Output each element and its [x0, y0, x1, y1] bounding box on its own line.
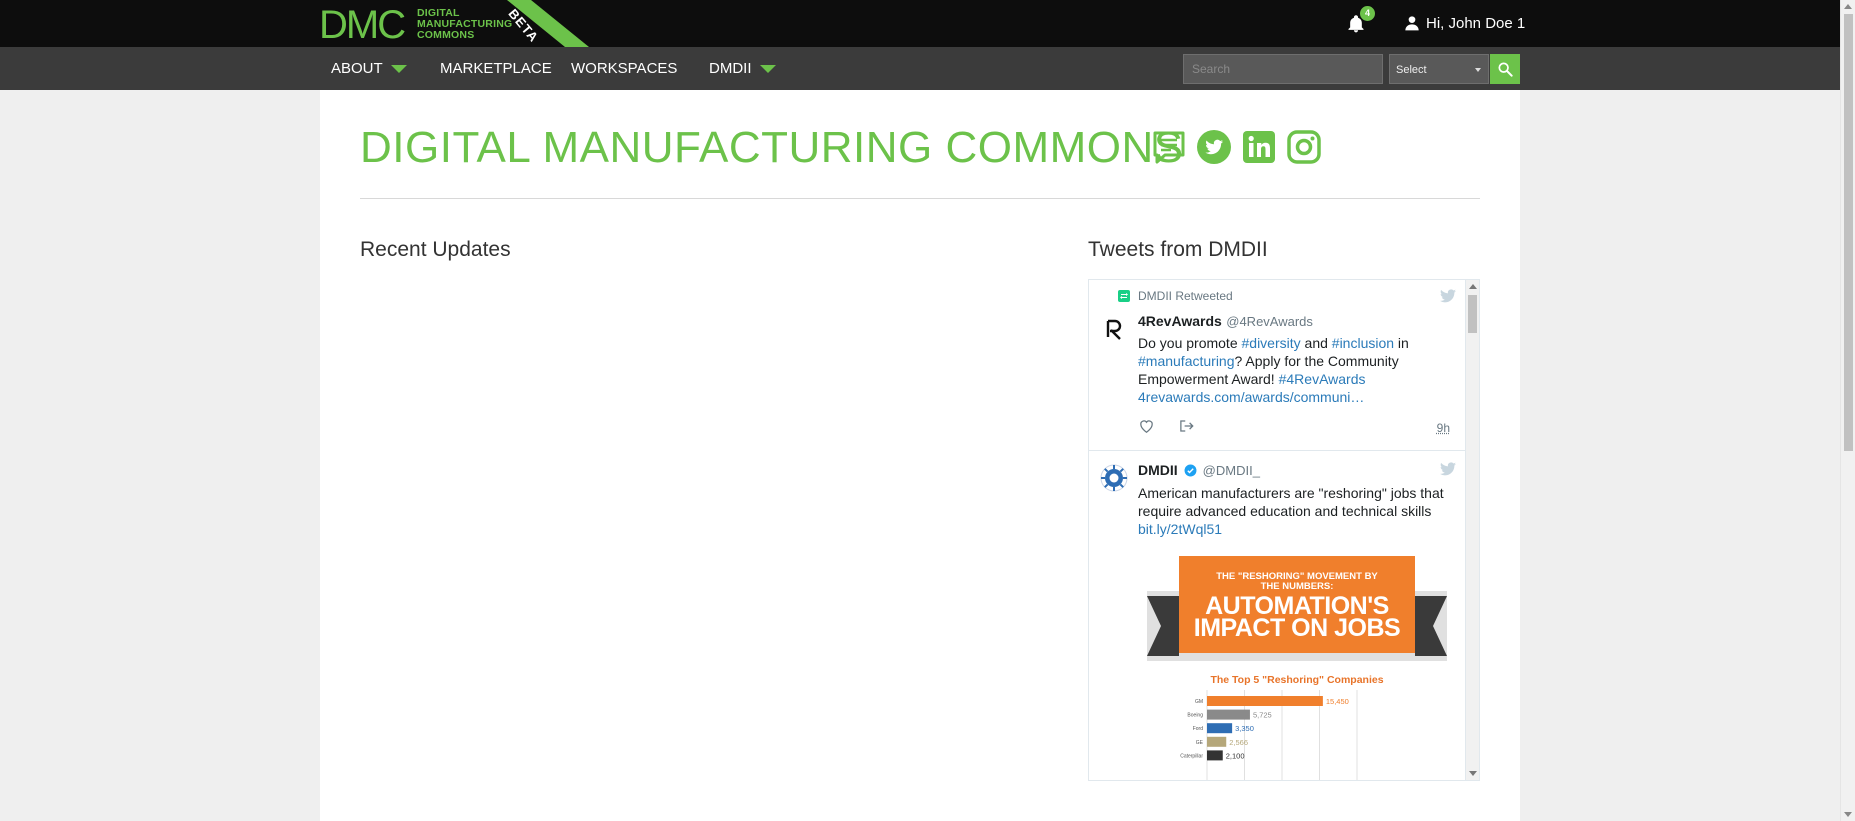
tweet-text: American manufacturers are "reshoring" j… — [1138, 484, 1453, 538]
retweet-icon — [1118, 290, 1130, 302]
tweet-item[interactable]: DMDII Retweeted 4RevAwards @4RevAwards D… — [1089, 280, 1466, 451]
tweet-text: Do you promote #diversity and #inclusion… — [1138, 334, 1448, 406]
instagram-icon — [1287, 130, 1321, 164]
logo-subtitle: DIGITAL MANUFACTURING COMMONS — [417, 7, 513, 41]
scroll-up-icon[interactable] — [1469, 284, 1477, 289]
tweet-timestamp[interactable]: 9h — [1437, 421, 1450, 435]
chart-value-label: 3,350 — [1235, 724, 1254, 733]
chart-bar — [1207, 750, 1223, 761]
4revawards-avatar — [1101, 316, 1127, 342]
chart-bar — [1207, 723, 1233, 734]
twitter-icon — [1197, 130, 1231, 164]
dropdown-arrow-icon — [1475, 68, 1481, 72]
heart-icon[interactable] — [1139, 419, 1154, 433]
chart-value-label: 15,450 — [1326, 697, 1349, 706]
twitter-link[interactable] — [1195, 128, 1233, 166]
nav-marketplace-label: MARKETPLACE — [440, 60, 552, 77]
main-nav: ABOUT MARKETPLACE WORKSPACES DMDII Selec… — [0, 47, 1840, 90]
chevron-down-icon — [390, 64, 407, 73]
dmc-logo[interactable]: DMC DIGITAL MANUFACTURING COMMONS BETA — [319, 0, 589, 47]
linkedin-icon — [1243, 131, 1275, 163]
chevron-down-icon — [759, 64, 776, 73]
tweet-author-name: DMDII — [1138, 462, 1178, 478]
nav-workspaces[interactable]: WORKSPACES — [571, 47, 677, 90]
nav-dmdii[interactable]: DMDII — [709, 47, 776, 90]
tweet-hashtag-link[interactable]: #inclusion — [1332, 335, 1394, 351]
tweet-text-segment: Do you promote — [1138, 335, 1242, 351]
top-bar: DMC DIGITAL MANUFACTURING COMMONS BETA 4… — [0, 0, 1840, 47]
tweet-text-segment: and — [1300, 335, 1332, 351]
tweet-author[interactable]: DMDII @DMDII_ — [1138, 462, 1260, 478]
tweet-author-handle: @DMDII_ — [1202, 462, 1260, 478]
scroll-down-icon[interactable] — [1469, 771, 1477, 776]
user-icon — [1405, 16, 1419, 31]
search-select-value: Select — [1396, 64, 1427, 76]
notification-count-badge: 4 — [1360, 6, 1375, 21]
scroll-up-icon[interactable] — [1844, 4, 1852, 9]
search-category-select[interactable]: Select — [1389, 54, 1489, 84]
chart-category-label: Caterpillar — [1180, 753, 1203, 759]
user-greeting: Hi, John Doe 1 — [1426, 14, 1526, 32]
scroll-down-icon[interactable] — [1844, 812, 1852, 817]
page-scrollbar[interactable] — [1840, 0, 1855, 821]
chart-value-label: 5,725 — [1253, 711, 1272, 720]
verified-badge-icon — [1184, 464, 1197, 476]
tweet-author-name: 4RevAwards — [1138, 313, 1222, 329]
tweet-author-handle: @4RevAwards — [1226, 314, 1313, 329]
retweet-label: DMDII Retweeted — [1138, 289, 1233, 303]
main-content: DIGITAL MANUFACTURING COMMONS Recent Upd… — [320, 90, 1520, 821]
nav-about-label: ABOUT — [331, 60, 383, 77]
linkedin-link[interactable] — [1240, 128, 1278, 166]
scrollbar-thumb[interactable] — [1844, 14, 1853, 451]
title-divider — [360, 198, 1480, 199]
chat-button[interactable] — [1150, 128, 1188, 166]
banner-main-text-2: IMPACT ON JOBS — [1193, 614, 1401, 642]
chart-bar — [1207, 709, 1250, 720]
tweet-hashtag-link[interactable]: #manufacturing — [1138, 353, 1235, 369]
tweet-text-segment: in — [1394, 335, 1409, 351]
tweet-hashtag-link[interactable]: #diversity — [1242, 335, 1301, 351]
dmdii-avatar — [1100, 464, 1128, 492]
tweet-hashtag-link[interactable]: #4RevAwards — [1279, 371, 1366, 387]
chart-value-label: 2,566 — [1229, 738, 1248, 747]
nav-about[interactable]: ABOUT — [331, 47, 407, 90]
recent-updates-heading: Recent Updates — [360, 238, 511, 261]
nav-marketplace[interactable]: MARKETPLACE — [440, 47, 552, 90]
search-button[interactable] — [1490, 54, 1520, 84]
reshoring-bar-chart: GM 15,450 Boeing 5,725 Ford 3,350 GE 2,566 Cater… — [1180, 690, 1358, 780]
nav-workspaces-label: WORKSPACES — [571, 60, 678, 77]
tweets-heading: Tweets from DMDII — [1088, 238, 1268, 261]
instagram-link[interactable] — [1285, 128, 1323, 166]
tweet-item[interactable]: DMDII @DMDII_ American manufacturers are… — [1089, 452, 1466, 780]
chart-value-label: 2,100 — [1226, 751, 1245, 760]
tweet-author[interactable]: 4RevAwards @4RevAwards — [1138, 313, 1313, 331]
chart-category-label: GE — [1196, 740, 1204, 746]
nav-dmdii-label: DMDII — [709, 60, 752, 77]
twitter-bird-icon — [1440, 289, 1456, 303]
user-menu[interactable]: Hi, John Doe 1 — [1404, 13, 1525, 33]
banner-top-text: THE "RESHORING" MOVEMENT BY THE NUMBERS: — [1216, 571, 1378, 592]
twitter-bird-icon — [1440, 462, 1456, 476]
chat-icon — [1153, 131, 1185, 164]
chart-bar — [1207, 696, 1323, 706]
chart-category-label: GM — [1195, 699, 1203, 705]
logo-wordmark: DMC — [319, 3, 406, 47]
twitter-timeline[interactable]: DMDII Retweeted 4RevAwards @4RevAwards D… — [1088, 279, 1480, 781]
tweet-link[interactable]: bit.ly/2tWql51 — [1138, 520, 1453, 538]
share-icon[interactable] — [1179, 419, 1194, 433]
chart-title: The Top 5 "Reshoring" Companies — [1210, 674, 1384, 686]
chart-category-label: Ford — [1193, 726, 1204, 732]
search-input[interactable] — [1183, 54, 1383, 84]
tweet-image[interactable]: THE "RESHORING" MOVEMENT BY THE NUMBERS:… — [1147, 556, 1447, 780]
scrollbar-thumb[interactable] — [1468, 295, 1477, 333]
tweet-hashtag-link[interactable]: 4revawards.com/awards/communi… — [1138, 389, 1364, 405]
page-title: DIGITAL MANUFACTURING COMMONS — [360, 123, 1184, 172]
timeline-scrollbar[interactable] — [1465, 280, 1479, 780]
search-icon — [1498, 62, 1513, 77]
chart-bar — [1207, 736, 1227, 747]
chart-category-label: Boeing — [1187, 713, 1203, 719]
